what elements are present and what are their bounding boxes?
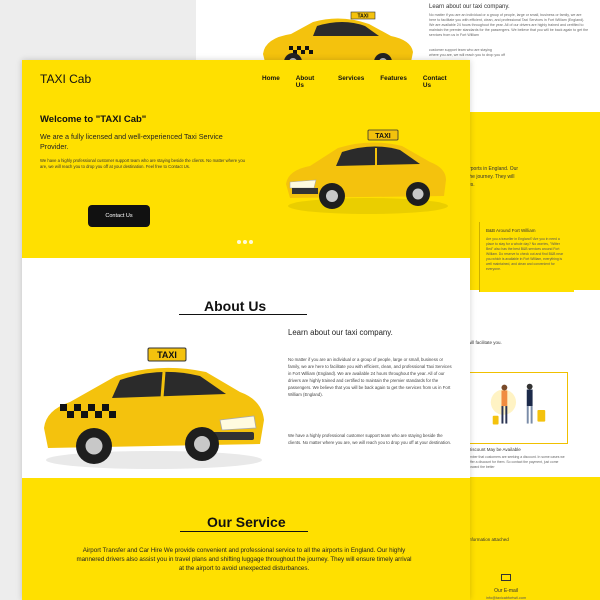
background-discount-body: ember that customers are seeking a disco… [468,455,565,469]
site-logo[interactable]: TAXI Cab [40,72,91,86]
mail-icon [501,574,511,581]
hero-title: Welcome to "TAXI Cab" [40,114,147,125]
background-card-title: B&B Around Fort William [486,228,536,233]
hero-section: TAXI Cab Home About Us Services Features… [22,60,470,258]
taxi-car-image: TAXI [286,129,448,214]
nav-home[interactable]: Home [262,75,280,89]
background-learn-body: No matter if you are an individual or a … [429,13,589,37]
nav-contact-us[interactable]: Contact Us [423,75,454,89]
background-card-body: Are you a traveller in England? Are you … [486,237,564,271]
service-text: Airport Transfer and Car Hire We provide… [76,547,412,572]
about-paragraph-2: We have a highly professional customer s… [288,433,452,445]
background-info-text: information attached [468,537,509,542]
nav-features[interactable]: Features [380,75,407,89]
taxi-roof-sign: TAXI [375,133,390,140]
service-heading: Our Service [207,514,286,530]
background-airport-text: irports in England. Our the journey. The… [468,166,519,188]
hero-subtitle: We are a fully licensed and well-experie… [40,132,223,151]
nav-about-us[interactable]: About Us [296,75,322,89]
background-email-label: Our E-mail info@taxicabfortwil.com [486,588,527,600]
about-heading: About Us [204,298,267,314]
background-learn-block: Learn about our taxi company. No matter … [429,4,589,58]
about-taxi-image: TAXI [44,347,264,469]
service-underline [180,531,308,532]
carousel-dot-3[interactable] [249,240,253,244]
traveller-illustration [468,372,568,444]
carousel-dot-1[interactable] [237,240,241,244]
carousel-dots [237,240,253,244]
nav-services[interactable]: Services [338,75,364,89]
background-lines-top: customer support team who are staying wh… [429,48,506,57]
main-nav: Home About Us Services Features Contact … [262,75,470,89]
background-discount-title: Discount May be Available [468,447,521,452]
about-taxi-sign: TAXI [157,350,177,360]
carousel-dot-2[interactable] [243,240,247,244]
background-learn-title: Learn about our taxi company. [429,4,510,10]
contact-us-button[interactable]: Contact Us [88,205,150,227]
hero-body: We have a highly professional customer s… [40,158,245,169]
about-underline [179,314,307,315]
main-page: TAXI Cab Home About Us Services Features… [22,60,470,600]
background-bnb-card: B&B Around Fort William Are you a travel… [479,222,574,292]
background-facilitate-text: will facilitate you. [468,340,502,345]
service-section [22,478,470,600]
about-learn-title: Learn about our taxi company. [288,328,393,337]
about-paragraph-1: No matter if you are an individual or a … [288,357,452,397]
background-discount-block: Discount May be Available ember that cus… [468,447,568,470]
taxi-sign-small: TAXI [357,14,369,20]
